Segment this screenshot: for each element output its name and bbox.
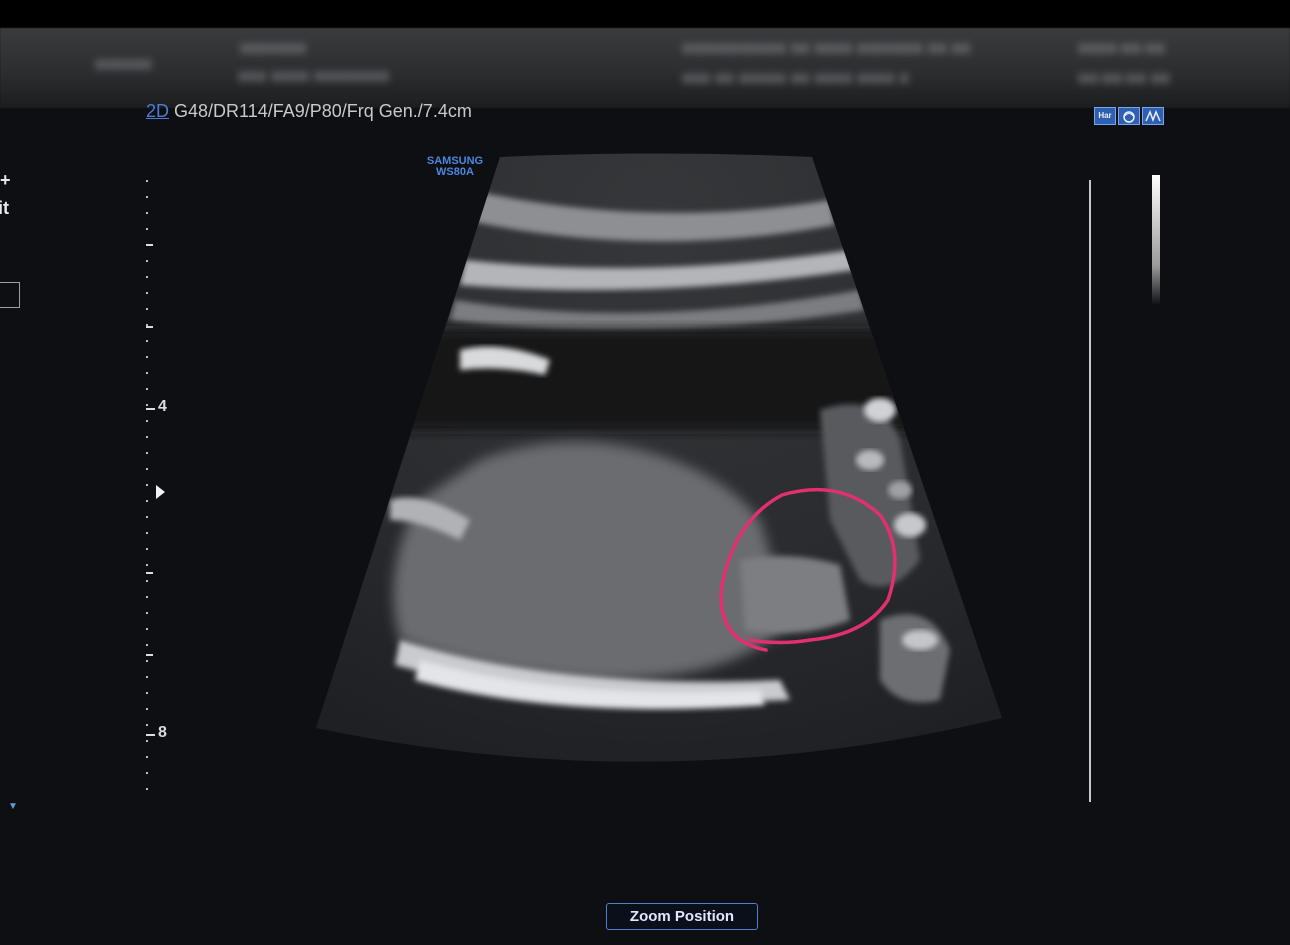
depth-label-8: 8	[158, 724, 167, 741]
depth-tick-minor	[146, 326, 153, 328]
zoom-position-button[interactable]: Zoom Position	[606, 903, 758, 930]
depth-tick-minor	[146, 572, 153, 574]
focus-marker-icon[interactable]	[156, 485, 165, 499]
ultrasound-image	[316, 153, 1002, 762]
tgc-line	[1089, 180, 1091, 802]
depth-tick-minor	[146, 244, 153, 246]
depth-tick-major	[146, 408, 155, 410]
depth-tick-major	[146, 734, 155, 736]
depth-tick-minor	[146, 654, 153, 656]
depth-label-4: 4	[158, 398, 167, 415]
depth-dots	[146, 180, 148, 790]
grayscale-bar	[1152, 175, 1160, 305]
